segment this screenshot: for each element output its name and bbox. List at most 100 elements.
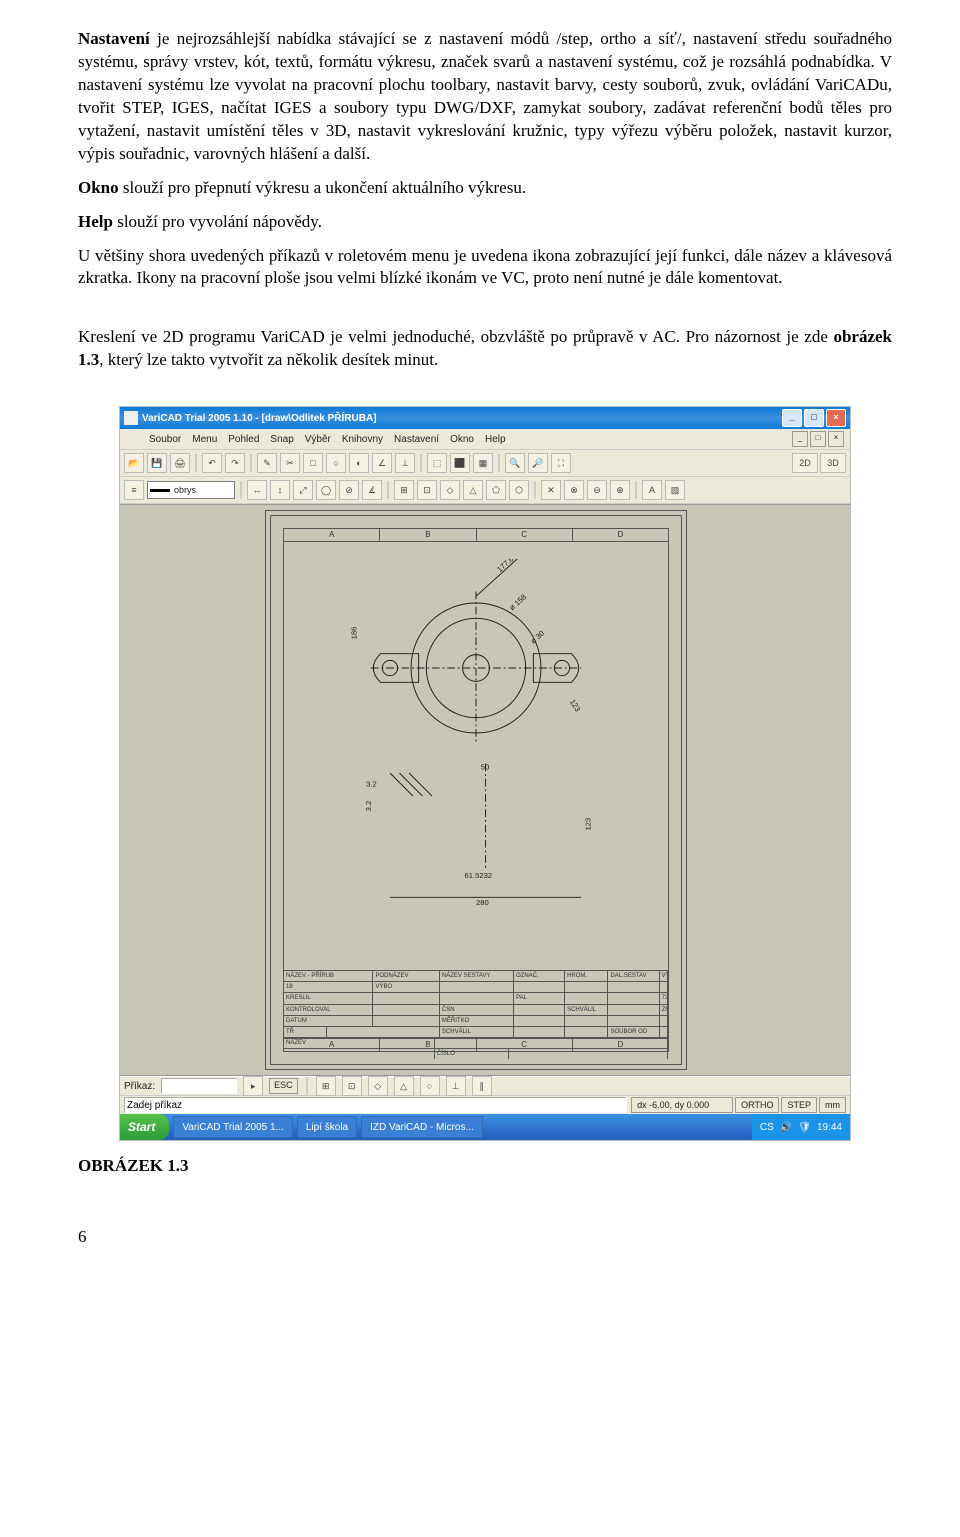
units-toggle[interactable]: mm	[819, 1097, 846, 1113]
snap-toggle-icon[interactable]: ⊥	[446, 1076, 466, 1096]
snap-icon[interactable]: ◇	[440, 480, 460, 500]
ortho-toggle[interactable]: ORTHO	[735, 1097, 779, 1113]
tb-cell: NÁZEV SESTAVY	[440, 971, 514, 981]
snap-icon[interactable]: ⬠	[486, 480, 506, 500]
menu-soubor[interactable]: Soubor	[149, 433, 181, 447]
menu-help[interactable]: Help	[485, 433, 506, 447]
undo-icon[interactable]: ↶	[202, 453, 222, 473]
dim-280: 280	[476, 898, 489, 907]
dim-icon[interactable]: ∡	[362, 480, 382, 500]
snap-toggle-icon[interactable]: ◇	[368, 1076, 388, 1096]
tb-cell: PAL	[514, 993, 565, 1003]
start-button[interactable]: Start	[120, 1114, 169, 1140]
menu-pohled[interactable]: Pohled	[228, 433, 259, 447]
menu-nastaveni[interactable]: Nastavení	[394, 433, 439, 447]
task-item-word[interactable]: IZD VariCAD - Micros...	[361, 1116, 483, 1138]
tool-icon[interactable]: ⊥	[395, 453, 415, 473]
tool-icon[interactable]: ⬚	[427, 453, 447, 473]
edit-icon[interactable]: ⊗	[564, 480, 584, 500]
task-item-folder[interactable]: Lipí škola	[297, 1116, 357, 1138]
edit-icon[interactable]: ✕	[541, 480, 561, 500]
mdi-close[interactable]: ×	[828, 431, 844, 447]
zoom-fit-icon[interactable]: ⛶	[551, 453, 571, 473]
print-icon[interactable]: 🖨	[170, 453, 190, 473]
snap-toggle-icon[interactable]: ○	[420, 1076, 440, 1096]
app-icon	[124, 411, 138, 425]
menu-vyber[interactable]: Výběr	[305, 433, 331, 447]
minimize-button[interactable]: _	[782, 409, 802, 427]
tool-icon[interactable]: ◐	[349, 453, 369, 473]
tool-icon[interactable]: ⬛	[450, 453, 470, 473]
snap-toggle-icon[interactable]: ∥	[472, 1076, 492, 1096]
tray-icon[interactable]: 🔊	[780, 1121, 792, 1135]
snap-toggle-icon[interactable]: △	[394, 1076, 414, 1096]
dim-50: 50	[481, 763, 489, 772]
command-input[interactable]	[124, 1097, 627, 1113]
lang-indicator[interactable]: CS	[760, 1121, 774, 1135]
tool-icon[interactable]: ✎	[257, 453, 277, 473]
menu-menu[interactable]: Menu	[192, 433, 217, 447]
column-labels-bottom: A B C D	[284, 1038, 668, 1051]
text-icon[interactable]: A	[642, 480, 662, 500]
mdi-restore[interactable]: □	[810, 431, 826, 447]
layer-swatch	[150, 489, 170, 492]
paragraph-2d: Kreslení ve 2D programu VariCAD je velmi…	[78, 326, 892, 372]
step-toggle[interactable]: STEP	[781, 1097, 817, 1113]
hatch-icon[interactable]: ▨	[665, 480, 685, 500]
menu-knihovny[interactable]: Knihovny	[342, 433, 383, 447]
paragraph-okno: Okno slouží pro přepnutí výkresu a ukonč…	[78, 177, 892, 200]
snap-icon[interactable]: △	[463, 480, 483, 500]
window-titlebar: VariCAD Trial 2005 1.10 - [draw\Odlitek …	[120, 407, 850, 429]
tb-cell: DAL.SESTAV	[608, 971, 659, 981]
tool-icon[interactable]: ○	[326, 453, 346, 473]
dim-icon[interactable]: ⊘	[339, 480, 359, 500]
open-icon[interactable]: 📂	[124, 453, 144, 473]
col-label: D	[573, 529, 668, 541]
view-3d-button[interactable]: 3D	[820, 453, 846, 473]
separator	[240, 481, 242, 499]
cmd-icon[interactable]: ▸	[243, 1076, 263, 1096]
mdi-minimize[interactable]: _	[792, 431, 808, 447]
zoom-out-icon[interactable]: 🔎	[528, 453, 548, 473]
tb-cell: 72L	[660, 993, 668, 1003]
menu-okno[interactable]: Okno	[450, 433, 474, 447]
coords-readout: dx -6.00, dy 0.000	[631, 1097, 733, 1113]
tb-cell: KRESLIL	[284, 993, 373, 1003]
snap-icon[interactable]: ⬡	[509, 480, 529, 500]
start-label: Start	[128, 1119, 155, 1135]
snap-toggle-icon[interactable]: ⊞	[316, 1076, 336, 1096]
redo-icon[interactable]: ↷	[225, 453, 245, 473]
save-icon[interactable]: 💾	[147, 453, 167, 473]
drawing-canvas[interactable]: A B C D	[120, 504, 850, 1076]
snap-toggle-icon[interactable]: ⊡	[342, 1076, 362, 1096]
column-labels-top: A B C D	[284, 529, 668, 542]
tool-icon[interactable]: ✂	[280, 453, 300, 473]
snap-icon[interactable]: ⊞	[394, 480, 414, 500]
separator	[195, 454, 197, 472]
page-number: 6	[78, 1226, 892, 1249]
layer-combo[interactable]: obrys	[147, 481, 235, 499]
tool-icon[interactable]: □	[303, 453, 323, 473]
snap-icon[interactable]: ⊡	[417, 480, 437, 500]
edit-icon[interactable]: ⊕	[610, 480, 630, 500]
esc-button[interactable]: ESC	[269, 1078, 298, 1094]
tool-icon[interactable]: ▦	[473, 453, 493, 473]
tray-icon[interactable]: 🛡	[798, 1121, 811, 1135]
edit-icon[interactable]: ⊖	[587, 480, 607, 500]
prompt-bar: dx -6.00, dy 0.000 ORTHO STEP mm	[120, 1095, 850, 1114]
cmd-field[interactable]	[161, 1078, 237, 1094]
view-2d-button[interactable]: 2D	[792, 453, 818, 473]
tool-icon[interactable]: ∠	[372, 453, 392, 473]
dim-3-2a: 3.2	[366, 780, 377, 789]
layer-icon[interactable]: ≡	[124, 480, 144, 500]
dim-icon[interactable]: ◯	[316, 480, 336, 500]
task-item-varicad[interactable]: VariCAD Trial 2005 1...	[173, 1116, 293, 1138]
maximize-button[interactable]: □	[804, 409, 824, 427]
col-label: C	[477, 1039, 573, 1051]
menu-snap[interactable]: Snap	[270, 433, 293, 447]
zoom-in-icon[interactable]: 🔍	[505, 453, 525, 473]
dim-icon[interactable]: ↕	[270, 480, 290, 500]
dim-icon[interactable]: ↔	[247, 480, 267, 500]
dim-icon[interactable]: ⤢	[293, 480, 313, 500]
close-button[interactable]: ×	[826, 409, 846, 427]
